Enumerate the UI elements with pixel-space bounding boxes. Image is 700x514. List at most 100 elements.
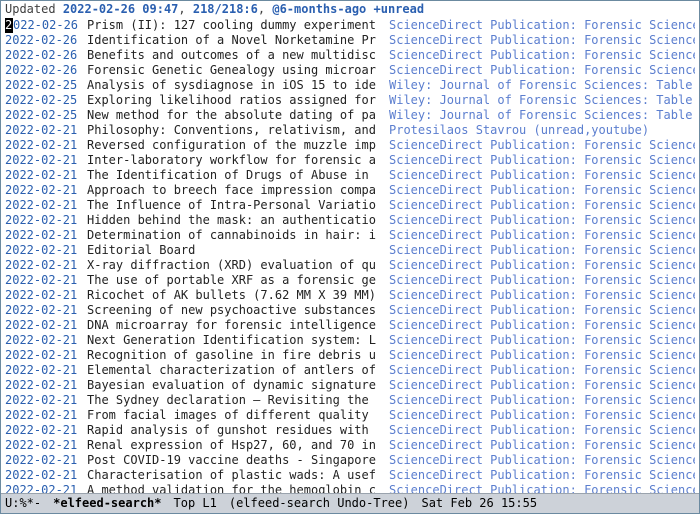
modeline-datetime: Sat Feb 26 15:55 [421,496,537,511]
entry-source: ScienceDirect Publication: Forensic Scie… [385,303,695,318]
entry-row[interactable]: 2022-02-21The use of portable XRF as a f… [5,273,695,288]
entry-date: 2022-02-21 [5,408,83,423]
entry-title: Editorial Board [83,243,385,258]
entry-row[interactable]: 2022-02-21Hidden behind the mask: an aut… [5,213,695,228]
entry-source: ScienceDirect Publication: Forensic Scie… [385,258,695,273]
entry-date: 2022-02-21 [5,318,83,333]
entry-row[interactable]: 2022-02-21Characterisation of plastic wa… [5,468,695,483]
entry-source: ScienceDirect Publication: Forensic Scie… [385,198,695,213]
entry-source: ScienceDirect Publication: Forensic Scie… [385,363,695,378]
entry-date: 2022-02-21 [5,213,83,228]
entry-date: 2022-02-21 [5,228,83,243]
entry-row[interactable]: 2022-02-21Screening of new psychoactive … [5,303,695,318]
entry-date: 2022-02-25 [5,93,83,108]
entry-row[interactable]: 2022-02-21The Identification of Drugs of… [5,168,695,183]
entry-title: The Influence of Intra-Personal Variatio [83,198,385,213]
entry-date: 2022-02-21 [5,153,83,168]
entry-row[interactable]: 2022-02-21X-ray diffraction (XRD) evalua… [5,258,695,273]
entry-date: 2022-02-21 [5,453,83,468]
entry-row[interactable]: 2022-02-25New method for the absolute da… [5,108,695,123]
entry-row[interactable]: 2022-02-21Recognition of gasoline in fir… [5,348,695,363]
entry-title: Determination of cannabinoids in hair: i [83,228,385,243]
entry-source: ScienceDirect Publication: Forensic Scie… [385,243,695,258]
entry-row[interactable]: 2022-02-21Reversed configuration of the … [5,138,695,153]
entry-date: 2022-02-21 [5,378,83,393]
entry-title: X-ray diffraction (XRD) evaluation of qu [83,258,385,273]
entry-date: 2022-02-21 [5,183,83,198]
entry-counts: 218/218:6 [193,2,258,16]
entry-row[interactable]: 2022-02-25Analysis of sysdiagnose in iOS… [5,78,695,93]
entry-source: ScienceDirect Publication: Forensic Scie… [385,318,695,333]
entry-tags: (unread,youtube) [534,123,650,137]
entry-title: The Sydney declaration – Revisiting the [83,393,385,408]
entry-title: From facial images of different quality [83,408,385,423]
entry-source: ScienceDirect Publication: Forensic Scie… [385,138,695,153]
entry-source: ScienceDirect Publication: Forensic Scie… [385,378,695,393]
entry-title: Renal expression of Hsp27, 60, and 70 in [83,438,385,453]
entry-source: Wiley: Journal of Forensic Sciences: Tab… [385,93,695,108]
entry-date: 2022-02-21 [5,288,83,303]
entry-row[interactable]: 2022-02-21Determination of cannabinoids … [5,228,695,243]
entry-row[interactable]: 2022-02-26Prism (II): 127 cooling dummy … [5,18,695,33]
entry-date: 2022-02-26 [5,18,83,33]
entry-source: ScienceDirect Publication: Forensic Scie… [385,348,695,363]
entry-row[interactable]: 2022-02-21Rapid analysis of gunshot resi… [5,423,695,438]
entry-row[interactable]: 2022-02-21Renal expression of Hsp27, 60,… [5,438,695,453]
mode-line: U:%*- *elfeed-search* Top L1 (elfeed-sea… [1,493,699,513]
entry-row[interactable]: 2022-02-25Exploring likelihood ratios as… [5,93,695,108]
entry-title: Post COVID-19 vaccine deaths - Singapore [83,453,385,468]
entry-row[interactable]: 2022-02-21Philosophy: Conventions, relat… [5,123,695,138]
entry-date: 2022-02-21 [5,243,83,258]
entry-source: Protesilaos Stavrou (unread,youtube) [385,123,695,138]
entry-title: Philosophy: Conventions, relativism, and [83,123,385,138]
entry-date: 2022-02-21 [5,348,83,363]
entry-date: 2022-02-25 [5,108,83,123]
entry-row[interactable]: 2022-02-21Elemental characterization of … [5,363,695,378]
modeline-position: Top L1 [174,496,217,511]
modeline-status: U:%*- [5,496,41,511]
filter-string: @6-months-ago +unread [272,2,424,16]
entry-source: ScienceDirect Publication: Forensic Scie… [385,213,695,228]
entry-row[interactable]: 2022-02-21The Influence of Intra-Persona… [5,198,695,213]
entry-row[interactable]: 2022-02-26Identification of a Novel Nork… [5,33,695,48]
entry-row[interactable]: 2022-02-21Editorial BoardScienceDirect P… [5,243,695,258]
entry-title: Rapid analysis of gunshot residues with [83,423,385,438]
entry-title: DNA microarray for forensic intelligence [83,318,385,333]
entry-row[interactable]: 2022-02-21DNA microarray for forensic in… [5,318,695,333]
entry-row[interactable]: 2022-02-21Next Generation Identification… [5,333,695,348]
entry-title: Recognition of gasoline in fire debris u [83,348,385,363]
entry-source: ScienceDirect Publication: Forensic Scie… [385,408,695,423]
entry-source: ScienceDirect Publication: Forensic Scie… [385,168,695,183]
entry-title: Characterisation of plastic wads: A usef [83,468,385,483]
entry-source: ScienceDirect Publication: Forensic Scie… [385,438,695,453]
entry-source: ScienceDirect Publication: Forensic Scie… [385,48,695,63]
entry-date: 2022-02-21 [5,333,83,348]
entry-source: Wiley: Journal of Forensic Sciences: Tab… [385,78,695,93]
entry-date: 2022-02-21 [5,468,83,483]
entry-date: 2022-02-26 [5,63,83,78]
entry-title: Prism (II): 127 cooling dummy experiment [83,18,385,33]
entry-title: New method for the absolute dating of pa [83,108,385,123]
entry-row[interactable]: 2022-02-21From facial images of differen… [5,408,695,423]
entry-row[interactable]: 2022-02-21Post COVID-19 vaccine deaths -… [5,453,695,468]
entry-source: ScienceDirect Publication: Forensic Scie… [385,288,695,303]
entry-title: Hidden behind the mask: an authenticatio [83,213,385,228]
entry-title: The Identification of Drugs of Abuse in [83,168,385,183]
entry-row[interactable]: 2022-02-21Ricochet of AK bullets (7.62 M… [5,288,695,303]
entry-source: ScienceDirect Publication: Forensic Scie… [385,228,695,243]
entry-row[interactable]: 2022-02-26Forensic Genetic Genealogy usi… [5,63,695,78]
entry-date: 2022-02-21 [5,138,83,153]
entry-row[interactable]: 2022-02-21The Sydney declaration – Revis… [5,393,695,408]
entry-row[interactable]: 2022-02-21Bayesian evaluation of dynamic… [5,378,695,393]
entry-title: Inter-laboratory workflow for forensic a [83,153,385,168]
entry-row[interactable]: 2022-02-26Benefits and outcomes of a new… [5,48,695,63]
entry-title: Identification of a Novel Norketamine Pr [83,33,385,48]
entry-list[interactable]: 2022-02-26Prism (II): 127 cooling dummy … [1,18,699,513]
updated-timestamp: 2022-02-26 09:47 [63,2,179,16]
entry-row[interactable]: 2022-02-21Inter-laboratory workflow for … [5,153,695,168]
entry-date: 2022-02-21 [5,303,83,318]
entry-row[interactable]: 2022-02-21Approach to breech face impres… [5,183,695,198]
entry-title: Elemental characterization of antlers of [83,363,385,378]
entry-date: 2022-02-26 [5,33,83,48]
entry-title: Reversed configuration of the muzzle imp [83,138,385,153]
